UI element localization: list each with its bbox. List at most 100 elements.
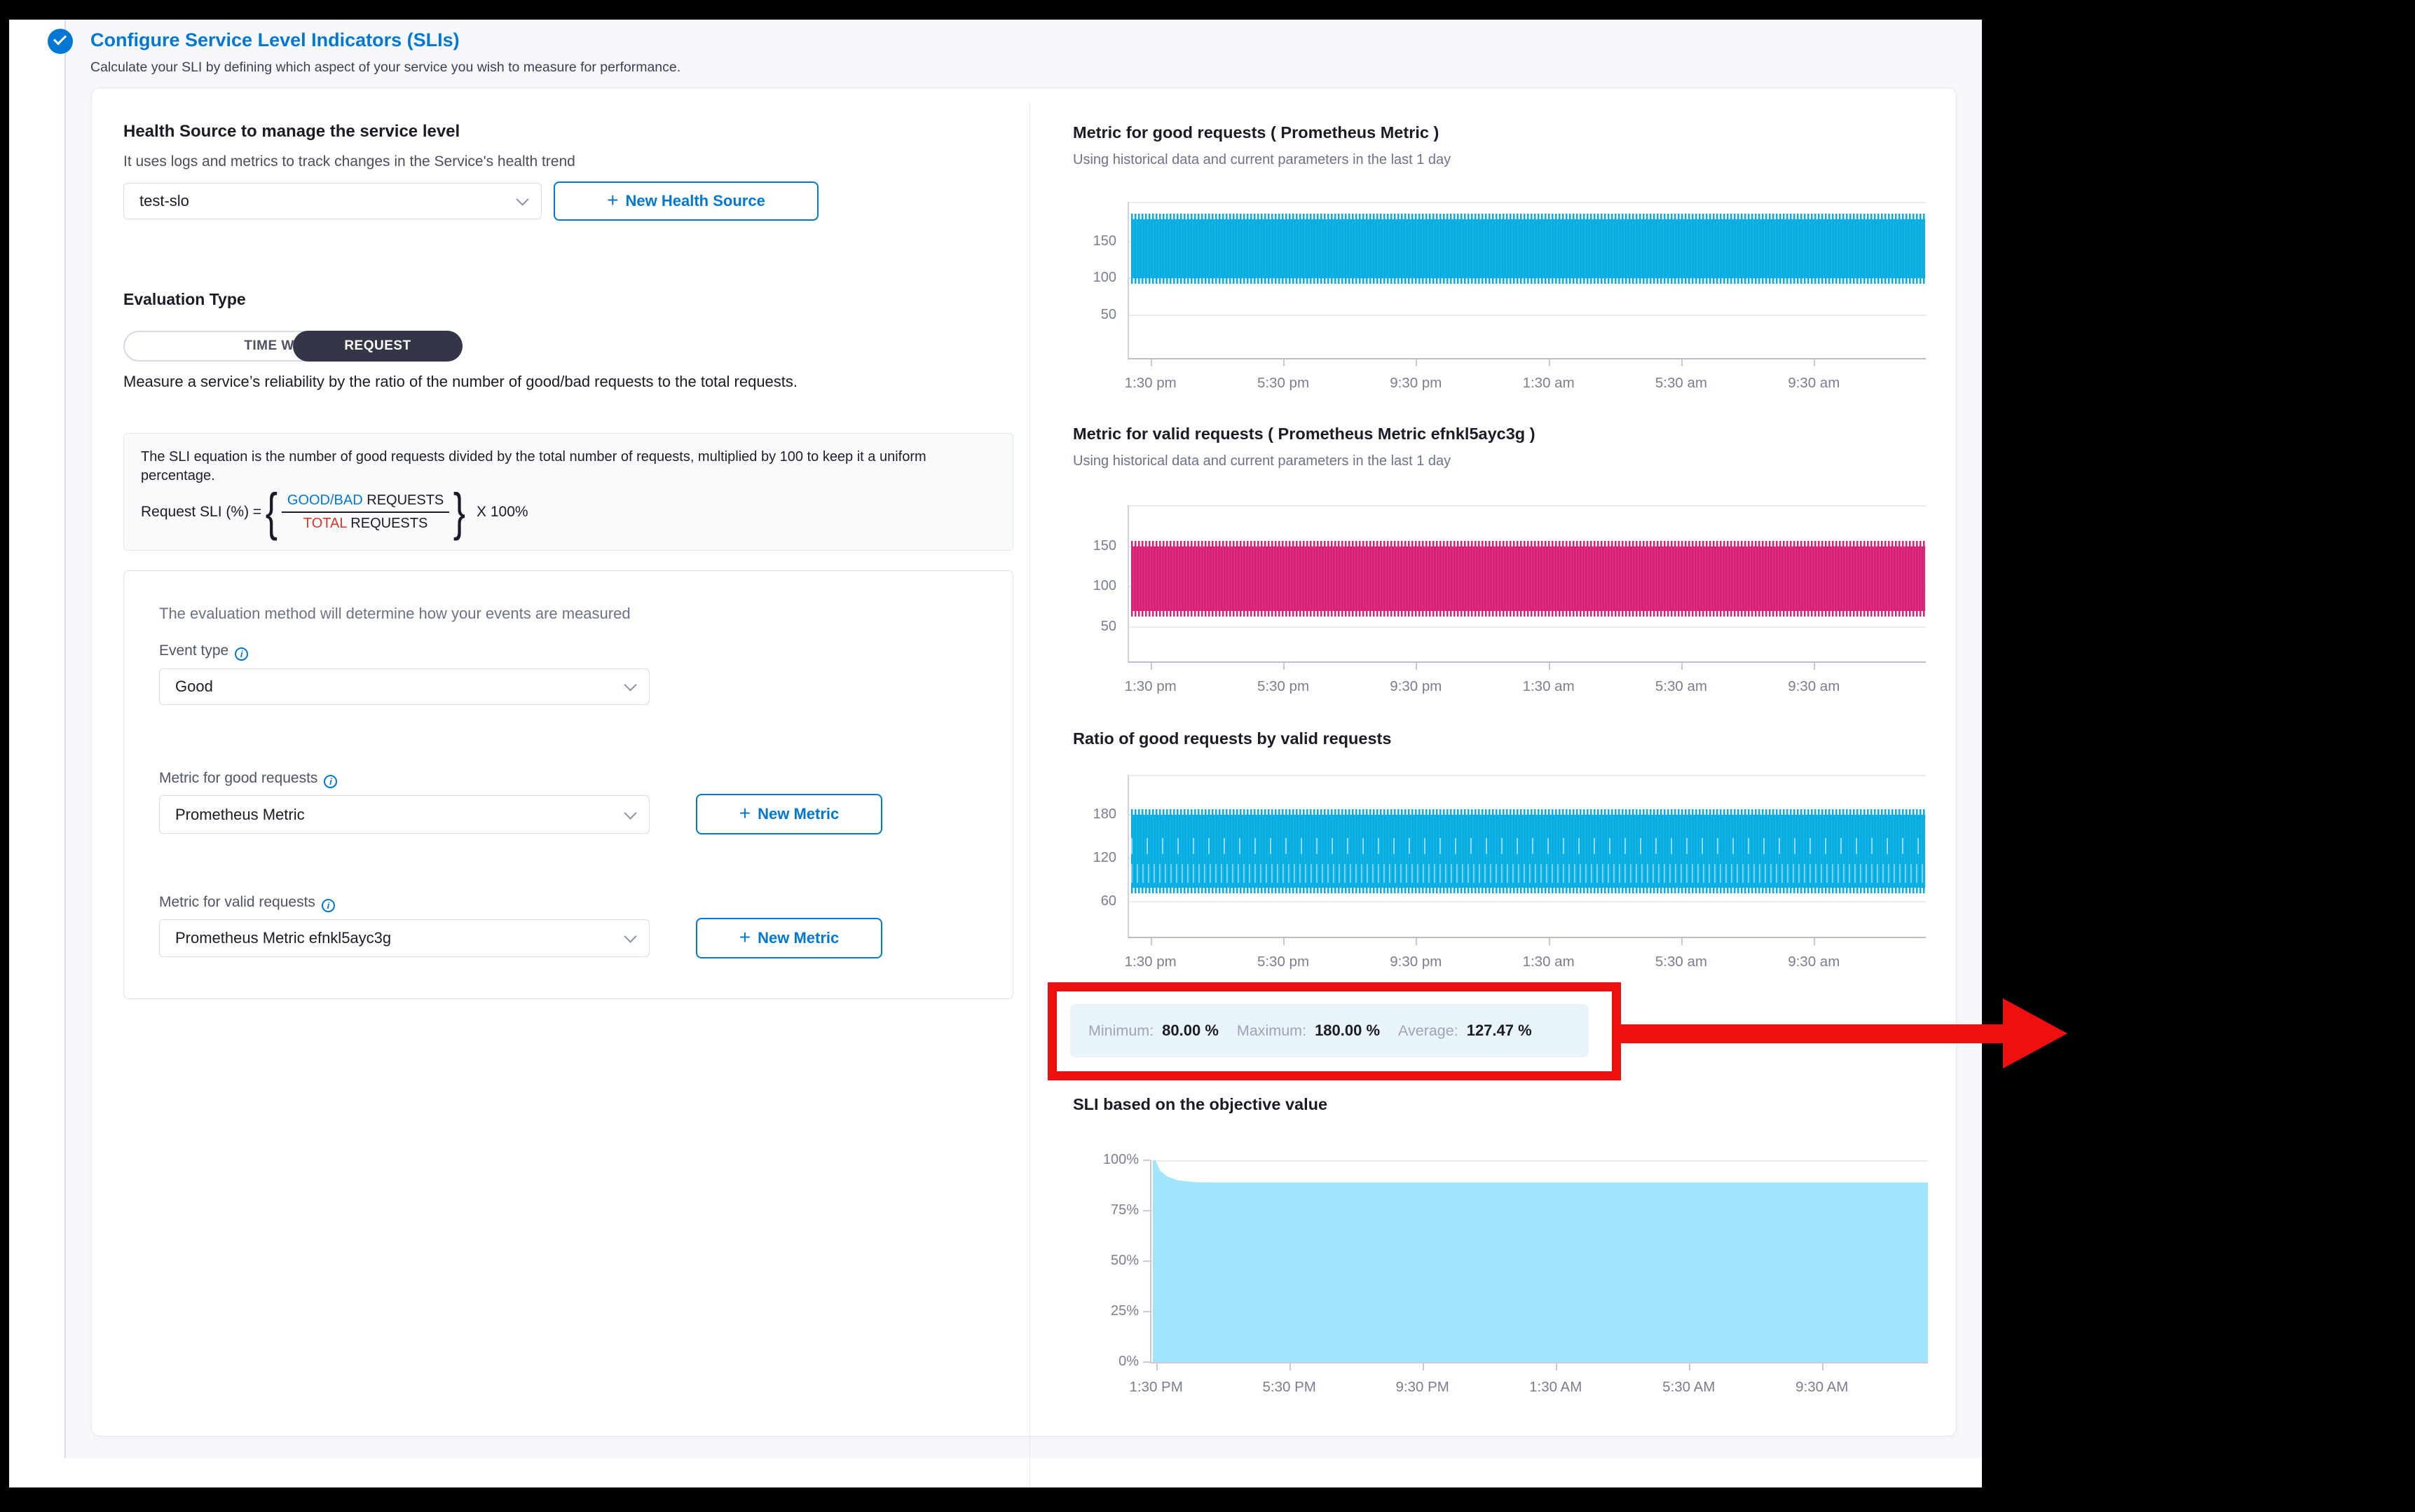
new-metric-button-valid[interactable]: + New Metric bbox=[696, 918, 882, 958]
x-tick-mark bbox=[1814, 663, 1815, 670]
x-tick-mark bbox=[1681, 359, 1683, 366]
series-band bbox=[1131, 547, 1925, 611]
metric-good-select[interactable]: Prometheus Metric bbox=[159, 795, 650, 834]
info-icon[interactable]: i bbox=[322, 899, 335, 912]
numerator-highlight: GOOD/BAD bbox=[287, 493, 363, 508]
chart-plot-area: 150100501:30 pm5:30 pm9:30 pm1:30 am5:30… bbox=[1128, 202, 1926, 359]
request-evaluation-description: Measure a service’s reliability by the r… bbox=[123, 371, 964, 392]
series-band bbox=[1131, 219, 1925, 278]
plus-icon: + bbox=[607, 189, 618, 212]
x-tick-mark bbox=[1283, 663, 1285, 670]
chart-plot-area: 100%75%50%25%0%1:30 PM5:30 PM9:30 PM1:30… bbox=[1150, 1160, 1928, 1363]
column-divider bbox=[1029, 104, 1030, 1487]
evaluation-type-toggle[interactable]: TIME WINDOW REQUEST bbox=[123, 331, 463, 362]
new-metric-label: New Metric bbox=[758, 805, 839, 823]
y-tick-mark bbox=[1143, 1160, 1150, 1161]
right-brace: } bbox=[453, 491, 465, 533]
gridline bbox=[1129, 775, 1926, 776]
chart-plot-area: 180120601:30 pm5:30 pm9:30 pm1:30 am5:30… bbox=[1128, 775, 1926, 938]
new-health-source-label: New Health Source bbox=[626, 192, 765, 210]
page-subtitle: Calculate your SLI by defining which asp… bbox=[90, 60, 680, 76]
x-tick-mark bbox=[1549, 938, 1550, 945]
gridline bbox=[1129, 901, 1926, 902]
x-tick-mark bbox=[1814, 938, 1815, 945]
highlight-rectangle bbox=[1048, 982, 1621, 1080]
y-axis-label: 0% bbox=[1097, 1354, 1139, 1370]
gridline bbox=[1151, 1160, 1928, 1162]
plus-icon: + bbox=[739, 926, 751, 949]
formula-rhs: X 100% bbox=[477, 504, 528, 521]
x-tick-mark bbox=[1814, 359, 1815, 366]
y-axis-label: 150 bbox=[1074, 233, 1116, 249]
x-tick-mark bbox=[1681, 938, 1683, 945]
new-metric-label: New Metric bbox=[758, 929, 839, 947]
x-axis-label: 9:30 PM bbox=[1396, 1379, 1449, 1396]
app-window: Configure Service Level Indicators (SLIs… bbox=[9, 20, 1982, 1487]
toggle-option-request-selected[interactable]: REQUEST bbox=[293, 331, 463, 362]
y-axis-label: 120 bbox=[1074, 850, 1116, 866]
chart-title: Metric for valid requests ( Prometheus M… bbox=[1073, 425, 1535, 444]
y-axis-label: 50% bbox=[1097, 1253, 1139, 1269]
x-tick-mark bbox=[1822, 1363, 1824, 1370]
metric-valid-select[interactable]: Prometheus Metric efnkl5ayc3g bbox=[159, 919, 650, 957]
event-type-select[interactable]: Good bbox=[159, 668, 650, 705]
x-axis-label: 1:30 pm bbox=[1125, 375, 1177, 392]
info-icon[interactable]: i bbox=[324, 775, 337, 788]
x-axis-label: 9:30 pm bbox=[1390, 375, 1442, 392]
new-health-source-button[interactable]: + New Health Source bbox=[554, 181, 819, 221]
x-axis-label: 1:30 am bbox=[1523, 375, 1575, 392]
band-texture bbox=[1131, 838, 1925, 854]
x-axis-label: 5:30 am bbox=[1655, 678, 1707, 695]
annotation-arrow-shaft bbox=[1621, 1024, 2005, 1043]
gridline bbox=[1129, 505, 1926, 507]
formula-lhs: Request SLI (%) = bbox=[141, 504, 261, 521]
x-axis-label: 5:30 am bbox=[1655, 954, 1707, 970]
x-axis-label: 1:30 am bbox=[1523, 954, 1575, 970]
x-tick-mark bbox=[1151, 359, 1152, 366]
annotated-screenshot-canvas: Configure Service Level Indicators (SLIs… bbox=[0, 0, 2415, 1512]
x-tick-mark bbox=[1549, 663, 1550, 670]
x-axis-label: 5:30 am bbox=[1655, 375, 1707, 392]
x-axis-label: 5:30 pm bbox=[1257, 375, 1309, 392]
health-source-select[interactable]: test-slo bbox=[123, 183, 542, 219]
y-axis-label: 180 bbox=[1074, 806, 1116, 823]
x-axis-label: 9:30 am bbox=[1788, 954, 1840, 970]
new-metric-button-good[interactable]: + New Metric bbox=[696, 794, 882, 834]
x-tick-mark bbox=[1416, 359, 1417, 366]
chart-valid-requests: Metric for valid requests ( Prometheus M… bbox=[1073, 425, 1926, 712]
chart-subtitle: Using historical data and current parame… bbox=[1073, 152, 1451, 168]
metric-good-value: Prometheus Metric bbox=[175, 806, 305, 824]
chart-good-requests: Metric for good requests ( Prometheus Me… bbox=[1073, 123, 1926, 411]
y-axis-label: 25% bbox=[1097, 1303, 1139, 1319]
x-tick-mark bbox=[1151, 663, 1152, 670]
info-icon[interactable]: i bbox=[235, 647, 248, 661]
sli-equation-text: The SLI equation is the number of good r… bbox=[141, 448, 975, 486]
event-type-label: Event typei bbox=[159, 642, 248, 661]
chart-plot-area: 150100501:30 pm5:30 pm9:30 pm1:30 am5:30… bbox=[1128, 505, 1926, 663]
metric-valid-value: Prometheus Metric efnkl5ayc3g bbox=[175, 929, 391, 947]
y-axis-label: 75% bbox=[1097, 1202, 1139, 1218]
series-band bbox=[1131, 815, 1925, 888]
x-axis-label: 5:30 pm bbox=[1257, 954, 1309, 970]
sli-equation-formula: Request SLI (%) = { GOOD/BAD REQUESTS TO… bbox=[141, 491, 996, 533]
y-axis-label: 100% bbox=[1097, 1152, 1139, 1168]
sli-equation-box: The SLI equation is the number of good r… bbox=[123, 433, 1013, 551]
y-tick-mark bbox=[1143, 1210, 1150, 1211]
y-tick-mark bbox=[1143, 1361, 1150, 1363]
denominator-rest: REQUESTS bbox=[350, 516, 427, 531]
series-area bbox=[1153, 1160, 1928, 1362]
left-brace: { bbox=[266, 491, 278, 533]
health-source-selected-value: test-slo bbox=[139, 192, 189, 210]
x-tick-mark bbox=[1416, 663, 1417, 670]
sli-config-card: Health Source to manage the service leve… bbox=[91, 88, 1957, 1436]
event-type-value: Good bbox=[175, 678, 213, 696]
chart-ratio: Ratio of good requests by valid requests… bbox=[1073, 729, 1926, 989]
chart-title: Ratio of good requests by valid requests bbox=[1073, 729, 1391, 748]
x-axis-label: 9:30 am bbox=[1788, 375, 1840, 392]
x-axis-label: 5:30 pm bbox=[1257, 678, 1309, 695]
x-axis-label: 9:30 am bbox=[1788, 678, 1840, 695]
x-tick-mark bbox=[1423, 1363, 1424, 1370]
x-axis-label: 9:30 pm bbox=[1390, 954, 1442, 970]
metric-valid-label: Metric for valid requestsi bbox=[159, 894, 335, 912]
page-footer-strip bbox=[9, 1458, 1982, 1487]
